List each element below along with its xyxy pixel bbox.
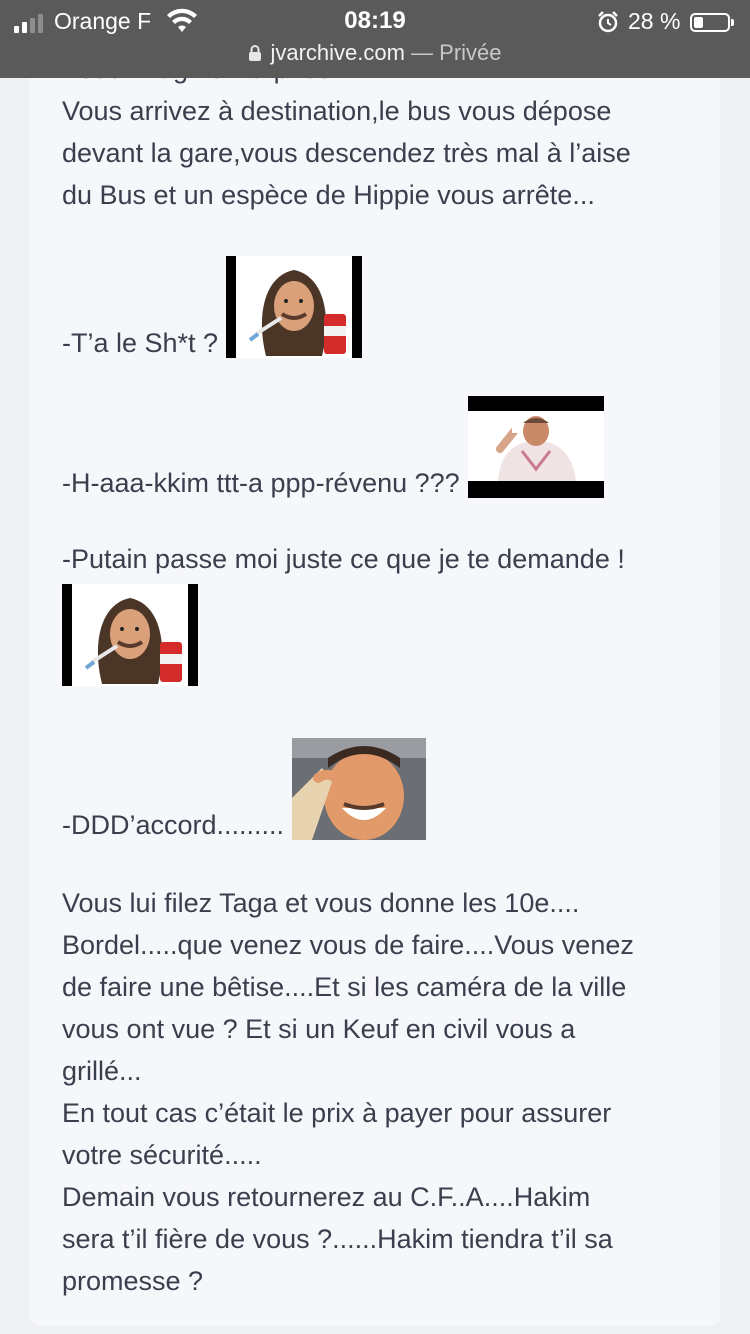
url-bar[interactable]: jvarchive.com — Privée [0,40,750,66]
hippie-smoking-sticker [62,584,198,686]
post-card: Vous imaginez la prison..... Vous arrive… [30,78,720,1326]
url-separator: — [404,40,440,65]
dialogue-text: -T’a le Sh*t ? [62,328,219,358]
dialogue-line: -DDD’accord......... [62,738,702,840]
post-body: Vous imaginez la prison..... Vous arrive… [62,78,702,1302]
dialogue-line: -H-aaa-kkim ttt-a ppp-révenu ??? [62,396,702,498]
post-text-line: Vous imaginez la prison..... [62,78,702,90]
post-text-line: de faire une bêtise....Et si les caméra … [62,972,627,1002]
url-domain: jvarchive.com [270,40,405,65]
post-text-line: grillé... [62,1056,142,1086]
alarm-icon [598,11,618,33]
post-text-line: du Bus et un espèce de Hippie vous arrêt… [62,180,595,210]
lock-icon [249,45,262,61]
hippie-smoking-sticker [226,256,363,358]
dialogue-line: -T’a le Sh*t ? [62,256,702,358]
laughing-man-sticker [292,738,427,840]
post-text-line: Vous lui filez Taga et vous donne les 10… [62,888,580,918]
dialogue-text: -DDD’accord......... [62,810,285,840]
post-text-line: Vous arrivez à destination,le bus vous d… [62,96,612,126]
post-text-line: votre sécurité..... [62,1140,262,1170]
post-text-line: sera t’il fière de vous ?......Hakim tie… [62,1224,613,1254]
dialogue-text: -H-aaa-kkim ttt-a ppp-révenu ??? [62,468,460,498]
post-text-line: Demain vous retournerez au C.F..A....Hak… [62,1182,591,1212]
private-mode-label: Privée [439,40,502,65]
post-text-line: devant la gare,vous descendez très mal à… [62,138,631,168]
crying-man-sticker [467,396,604,498]
post-text-line: promesse ? [62,1266,204,1296]
post-text-line: En tout cas c’était le prix à payer pour… [62,1098,612,1128]
post-text-line: vous ont vue ? Et si un Keuf en civil vo… [62,1014,576,1044]
post-text-line: Bordel.....que venez vous de faire....Vo… [62,930,634,960]
battery-icon [690,13,734,32]
status-bar: Orange F 08:19 28 % jvarchive.com — Priv… [0,0,750,78]
battery-percentage: 28 % [628,8,681,34]
dialogue-line: -Putain passe moi juste ce que je te dem… [62,544,625,574]
